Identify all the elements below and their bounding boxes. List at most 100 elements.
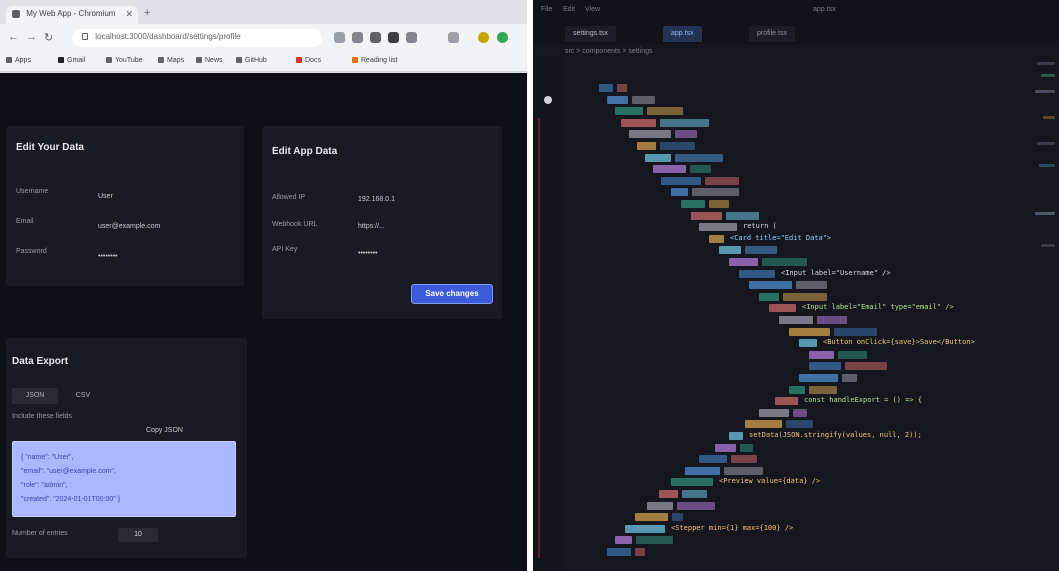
code-token [793,409,807,417]
bookmark-item[interactable]: Maps [158,57,184,64]
code-token [749,281,792,289]
code-token [709,235,724,243]
menu-item[interactable]: View [585,6,600,13]
code-token [799,339,817,347]
extension-icon[interactable] [388,32,399,43]
field-value[interactable]: https://... [358,223,385,230]
code-token [779,316,813,324]
forward-icon[interactable]: → [26,31,37,43]
menu-item[interactable]: File [541,6,552,13]
browser-tab[interactable]: My Web App - Chromium ✕ [6,6,138,24]
bookmarks-bar: Apps Gmail YouTube Maps News GitHub Docs… [0,52,527,72]
code-token [845,362,887,370]
code-text: <Button onClick={save}>Save</Button> [823,338,975,346]
code-token [789,386,805,394]
address-bar[interactable]: localhost:3000/dashboard/settings/profil… [72,29,322,47]
editor-tab[interactable]: settings.tsx [565,26,617,42]
extension-icon[interactable] [406,32,417,43]
code-token [699,223,737,231]
field-value[interactable]: •••••••• [358,250,378,257]
new-tab-icon[interactable]: + [144,7,150,19]
field-value[interactable]: user@example.com [98,223,160,230]
code-token [759,293,779,301]
bookmark-item[interactable]: Reading list [352,57,398,64]
code-token [842,374,857,382]
code-token [759,409,789,417]
back-icon[interactable]: ← [8,31,19,43]
format-csv-tab[interactable]: CSV [60,388,106,404]
field-label: API Key [272,246,298,253]
field-label: Password [16,248,47,255]
extension-icon[interactable] [497,32,508,43]
preview-line: "created": "2024-01-01T00:00" } [21,496,121,503]
web-page: Edit Your Data Username User Email user@… [0,73,527,571]
code-text: const handleExport = () => { [804,396,923,404]
breadcrumb[interactable]: src > components > settings [565,48,653,55]
code-token [799,374,838,382]
code-token [809,362,841,370]
field-value[interactable]: 192.168.0.1 [358,196,395,203]
code-token [783,293,827,301]
code-text: <Stepper min={1} max={100} /> [671,524,794,532]
card-title: Data Export [12,356,69,367]
export-caption: Include these fields [12,413,72,420]
quantity-stepper[interactable]: 10 [118,528,158,542]
code-token [809,351,834,359]
code-token [660,142,695,150]
code-token [705,177,739,185]
code-token [834,328,877,336]
copy-json-button[interactable]: Copy JSON [146,427,183,434]
editor-tab[interactable]: profile.tsx [749,26,795,42]
save-changes-button[interactable]: Save changes [411,284,493,304]
code-token [769,304,796,312]
browser-window: My Web App - Chromium ✕ + ← → ↻ localhos… [0,0,527,571]
code-token [745,420,782,428]
bookmark-item[interactable]: Gmail [58,57,85,64]
code-token [675,154,723,162]
extension-icon[interactable] [370,32,381,43]
code-token [636,536,673,544]
code-token [709,200,729,208]
code-token [653,165,686,173]
extension-icon[interactable] [448,32,459,43]
favicon-icon [12,9,20,18]
code-token [659,490,678,498]
code-token [729,432,743,440]
bookmark-item[interactable]: Docs [296,57,321,64]
extension-icon[interactable] [334,32,345,43]
editor-titlebar: File Edit View app.tsx [533,0,1059,22]
code-token [817,316,847,324]
field-label: Email [16,218,34,225]
code-text: <Preview value={data} /> [719,477,821,485]
code-editor-window: File Edit View app.tsx settings.tsx app.… [533,0,1059,571]
code-token [719,246,741,254]
close-tab-icon[interactable]: ✕ [125,9,133,20]
bookmark-icon [158,57,164,64]
code-token [672,513,683,521]
reload-icon[interactable]: ↻ [44,31,53,44]
code-token [607,96,628,104]
profile-avatar[interactable] [478,32,489,43]
field-value[interactable]: •••••••• [98,253,118,260]
field-value[interactable]: User [98,193,113,200]
breakpoint-icon[interactable] [544,96,552,104]
address-text: localhost:3000/dashboard/settings/profil… [95,32,241,41]
change-indicator [538,118,540,558]
format-json-tab[interactable]: JSON [12,388,58,404]
editor-tab-active[interactable]: app.tsx [663,26,702,42]
code-token [599,84,613,92]
bookmark-item[interactable]: GitHub [236,57,267,64]
code-token [647,107,683,115]
menu-item[interactable]: Edit [563,6,575,13]
bookmark-item[interactable]: News [196,57,223,64]
bookmark-item[interactable]: YouTube [106,57,143,64]
code-token [789,328,830,336]
json-preview[interactable]: { "name": "User", "email": "user@example… [12,441,236,517]
editor-tabs: settings.tsx app.tsx profile.tsx [533,22,1059,44]
code-token [691,212,722,220]
extension-icon[interactable] [352,32,363,43]
code-text: return ( [743,222,777,230]
minimap[interactable] [1029,44,1059,284]
bookmark-item[interactable]: Apps [6,57,31,64]
editor-gutter [533,58,563,571]
